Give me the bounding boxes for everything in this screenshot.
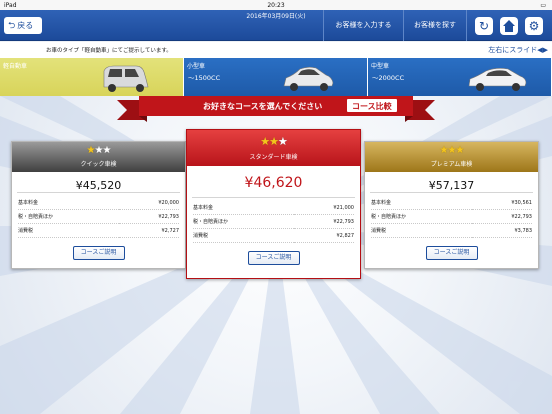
course-card-header: ★★★ プレミアム車検 — [365, 142, 538, 172]
car-tab-label: 軽自動車 — [3, 63, 28, 70]
row-value: ¥20,000 — [119, 196, 179, 210]
table-row: 税・自賠責ほか ¥22,793 — [193, 214, 354, 229]
course-name: スタンダード車検 — [249, 154, 298, 161]
row-label: 税・自賠責ほか — [193, 214, 295, 229]
course-price: ¥45,520 — [75, 179, 122, 192]
row-value: ¥22,793 — [119, 209, 179, 224]
row-value: ¥2,727 — [119, 223, 179, 238]
row-label: 基本料金 — [371, 196, 473, 210]
row-value: ¥22,793 — [472, 209, 532, 224]
small-car-image — [283, 66, 334, 91]
car-type-selector: 軽自動車 小型車 ～1500CC 中型車 ～2000CC — [0, 58, 552, 96]
row-label: 基本料金 — [18, 196, 120, 210]
car-tab-kei[interactable]: 軽自動車 — [0, 58, 184, 96]
divider — [17, 192, 180, 193]
table-row: 税・自賠責ほか ¥22,793 — [18, 209, 179, 224]
input-customer-button[interactable]: お客様を入力する — [323, 10, 403, 41]
home-icon[interactable] — [500, 17, 518, 35]
course-card-standard[interactable]: ★★★ スタンダード車検 ¥46,620 基本料金 ¥21,000 税・自賠責ほか… — [186, 129, 361, 279]
table-row: 基本料金 ¥20,000 — [18, 196, 179, 210]
car-tab-sub: ～1500CC — [188, 74, 221, 82]
row-value: ¥3,783 — [472, 223, 532, 238]
table-row: 基本料金 ¥30,561 — [371, 196, 532, 210]
star-rating-icon: ★★★ — [86, 145, 112, 156]
row-label: 税・自賠責ほか — [371, 209, 473, 224]
divider — [370, 192, 533, 193]
banner-text: お好きなコースを選んでください — [203, 102, 323, 111]
course-stage: お好きなコースを選んでください コース比較 ★★★ クイック車検 ¥45,520… — [0, 96, 552, 414]
battery-icon: ▭ — [540, 2, 546, 9]
course-detail-button[interactable]: コースご説明 — [247, 251, 300, 265]
row-label: 税・自賠責ほか — [18, 209, 120, 224]
row-label: 消費税 — [371, 223, 473, 238]
row-label: 消費税 — [193, 228, 295, 243]
course-card-header: ★★★ スタンダード車検 — [187, 130, 360, 166]
table-row: 消費税 ¥3,783 — [371, 223, 532, 238]
car-tab-sub: ～2000CC — [372, 74, 405, 82]
price-breakdown: 基本料金 ¥20,000 税・自賠責ほか ¥22,793 消費税 ¥2,727 — [18, 196, 179, 238]
gear-icon[interactable]: ⚙ — [525, 17, 543, 35]
course-compare-button[interactable]: コース比較 — [346, 98, 398, 113]
course-price: ¥46,620 — [244, 175, 303, 191]
nav-date: 2016年03月09日(火) — [246, 13, 306, 20]
car-tab-label: 中型車 — [371, 63, 390, 70]
course-card-quick[interactable]: ★★★ クイック車検 ¥45,520 基本料金 ¥20,000 税・自賠責ほか ¥2… — [11, 141, 186, 269]
find-customer-button[interactable]: お客様を探す — [403, 10, 467, 41]
table-row: 消費税 ¥2,727 — [18, 223, 179, 238]
reload-icon[interactable]: ↻ — [475, 17, 493, 35]
course-name: プレミアム車検 — [430, 161, 473, 168]
course-detail-button[interactable]: コースご説明 — [72, 246, 125, 260]
mid-car-image — [468, 68, 527, 91]
price-breakdown: 基本料金 ¥30,561 税・自賠責ほか ¥22,793 消費税 ¥3,783 — [371, 196, 532, 238]
table-row: 基本料金 ¥21,000 — [193, 201, 354, 215]
status-bar: iPad 20:23 ▭ — [0, 0, 552, 10]
kei-car-image — [103, 65, 149, 92]
course-detail-button[interactable]: コースご説明 — [425, 246, 478, 260]
back-arrow-icon: ⮌ — [8, 21, 16, 31]
course-name: クイック車検 — [80, 161, 117, 168]
row-value: ¥21,000 — [294, 201, 354, 215]
price-breakdown: 基本料金 ¥21,000 税・自賠責ほか ¥22,793 消費税 ¥2,827 — [193, 201, 354, 243]
info-bar: お車のタイプ「軽自動車」にてご提示しています。 左右にスライド◀▶ — [0, 42, 552, 58]
course-price: ¥57,137 — [428, 179, 475, 192]
row-value: ¥30,561 — [472, 196, 532, 210]
table-row: 消費税 ¥2,827 — [193, 228, 354, 243]
car-tab-mid[interactable]: 中型車 ～2000CC — [368, 58, 552, 96]
row-label: 消費税 — [18, 223, 120, 238]
slide-hint: 左右にスライド◀▶ — [488, 46, 548, 54]
car-tab-label: 小型車 — [187, 63, 206, 70]
car-type-info: お車のタイプ「軽自動車」にてご提示しています。 — [46, 48, 172, 54]
course-card-premium[interactable]: ★★★ プレミアム車検 ¥57,137 基本料金 ¥30,561 税・自賠責ほか ¥… — [364, 141, 539, 269]
row-value: ¥2,827 — [294, 228, 354, 243]
course-card-header: ★★★ クイック車検 — [12, 142, 185, 172]
star-rating-icon: ★★★ — [439, 145, 465, 156]
car-tab-small[interactable]: 小型車 ～1500CC — [184, 58, 368, 96]
row-value: ¥22,793 — [294, 214, 354, 229]
table-row: 税・自賠責ほか ¥22,793 — [371, 209, 532, 224]
row-label: 基本料金 — [193, 201, 295, 215]
back-button-label: 戻る — [17, 21, 34, 30]
divider — [192, 197, 355, 198]
star-rating-icon: ★★★ — [260, 135, 288, 148]
status-time: 20:23 — [267, 2, 285, 9]
nav-bar: ⮌ 戻る 2016年03月09日(火) お客様を入力する お客様を探す ↻ ⚙ — [0, 10, 552, 41]
